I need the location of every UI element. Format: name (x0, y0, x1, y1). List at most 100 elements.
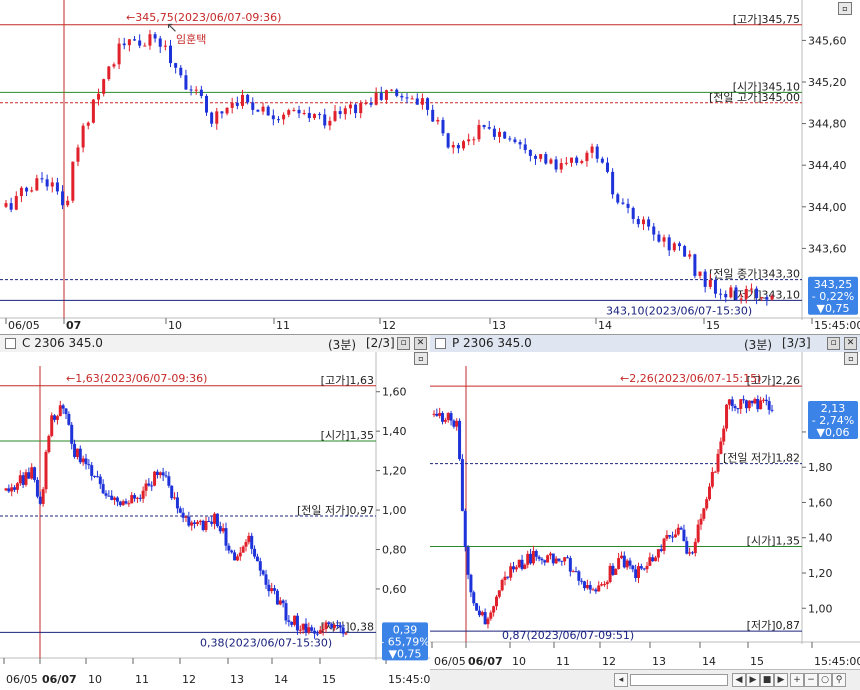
candle-body (55, 416, 59, 420)
panel-toggle-button[interactable]: ▫ (414, 352, 428, 365)
candle-body (565, 557, 569, 559)
call-chart[interactable]: 1,60 1,40 1,20 1,00 0,80 0,60 06/05 06/07 10 11 12… (0, 352, 430, 689)
candle-body (98, 476, 102, 485)
candle-body (420, 98, 424, 105)
candle-body (749, 288, 753, 290)
candle-body (688, 254, 692, 257)
stop-icon[interactable]: ■ (760, 673, 774, 687)
candle-body (665, 535, 669, 539)
candle-body (40, 178, 44, 180)
zoom-reset-icon[interactable]: ○ (818, 673, 832, 687)
candle-body (508, 138, 512, 140)
next-icon[interactable]: ▶ (746, 673, 760, 687)
put-chart[interactable]: 2,001,801,601,401,201,0006/0506/07101112… (430, 352, 860, 669)
candle-body (636, 218, 640, 225)
candle-body (230, 550, 234, 553)
candle-body (574, 571, 578, 573)
panel-toggle-button[interactable]: ▫ (844, 352, 858, 365)
candle-body (323, 114, 327, 126)
maximize-icon[interactable]: ▫ (827, 337, 840, 350)
zoom-in-icon[interactable]: + (790, 673, 804, 687)
candle-body (528, 149, 532, 156)
y-tick-label: 1,00 (382, 504, 407, 517)
candle-body (656, 549, 660, 558)
candle-body (290, 621, 294, 625)
candle-body (467, 139, 471, 142)
candle-body (722, 428, 726, 442)
candle-body (671, 536, 675, 538)
candle-body (35, 479, 39, 497)
candle-body (220, 111, 224, 114)
call-chart-checkbox[interactable] (5, 338, 16, 349)
candle-body (600, 584, 604, 586)
candle-body (338, 111, 342, 115)
candle-body (583, 581, 587, 589)
main-chart-panel[interactable]: 345,60 345,20 344,80 344,40 344,00 343,60 06/0… (0, 0, 860, 334)
put-chart-panel[interactable]: 2,001,801,601,401,201,0006/0506/07101112… (430, 352, 860, 669)
candle-body (76, 147, 80, 162)
low-note: 343,10(2023/06/07-15:30) (606, 304, 752, 317)
candle-body (713, 279, 717, 294)
candle-body (250, 535, 254, 549)
candle-body (141, 490, 145, 499)
prev-icon[interactable]: ◀ (732, 673, 746, 687)
close-icon[interactable]: ✕ (844, 337, 857, 350)
call-chart-page: [2/3] (366, 336, 395, 350)
candle-body (466, 546, 470, 575)
candle-body (693, 541, 697, 554)
candle-body (548, 553, 552, 556)
candle-body (374, 92, 378, 105)
x-tick-label: 07 (66, 319, 81, 332)
close-icon[interactable]: ✕ (414, 337, 427, 350)
candle-body (662, 237, 666, 242)
candle-body (577, 571, 581, 581)
maximize-icon[interactable]: ▫ (397, 337, 410, 350)
candle-body (282, 114, 286, 120)
candle-body (730, 399, 734, 407)
search-icon[interactable]: ⚲ (832, 673, 846, 687)
candle-body (293, 615, 297, 625)
scroll-left-icon[interactable]: ◂ (614, 673, 628, 687)
candle-body (287, 620, 291, 622)
play-icon[interactable]: ▶ (774, 673, 788, 687)
y-tick-label: 343,60 (808, 242, 847, 255)
candle-body (328, 120, 332, 126)
candle-body (273, 588, 277, 591)
candle-body (441, 119, 445, 134)
candle-body (546, 555, 550, 563)
candle-body (270, 588, 274, 592)
candle-body (482, 125, 486, 128)
candle-body (514, 567, 518, 570)
x-tick-label: 12 (602, 655, 616, 668)
low-note: 0,87(2023/06/07-09:51) (502, 629, 634, 642)
candle-body (400, 95, 404, 98)
x-tick-label: 11 (135, 673, 149, 686)
x-tick-label: 14 (702, 655, 716, 668)
candle-body (44, 452, 48, 490)
put-chart-checkbox[interactable] (435, 338, 446, 349)
candle-body (253, 548, 257, 557)
candle-body (218, 526, 222, 532)
candle-body (318, 630, 322, 634)
candle-body (179, 67, 183, 76)
candle-body (86, 122, 90, 126)
candle-body (462, 141, 466, 149)
candle-body (233, 552, 237, 561)
candle-body (713, 471, 717, 473)
candle-body (278, 600, 282, 605)
zoom-out-icon[interactable]: − (804, 673, 818, 687)
scroll-track[interactable] (630, 674, 728, 686)
candle-body (15, 483, 19, 490)
candle-body (348, 104, 352, 109)
candle-body (251, 102, 255, 110)
candle-body (537, 556, 541, 559)
panel-toggle-button[interactable]: ▫ (838, 2, 852, 15)
candle-body (667, 237, 671, 251)
main-chart[interactable]: 345,60 345,20 344,80 344,40 344,00 343,60 06/0… (0, 0, 860, 334)
y-tick-label: 344,40 (808, 159, 847, 172)
candle-body (742, 399, 746, 401)
call-chart-panel[interactable]: 1,60 1,40 1,20 1,00 0,80 0,60 06/05 06/07 10 11 12… (0, 352, 430, 689)
candle-body (215, 513, 219, 527)
candle-body (531, 551, 535, 564)
candle-body (167, 476, 171, 486)
